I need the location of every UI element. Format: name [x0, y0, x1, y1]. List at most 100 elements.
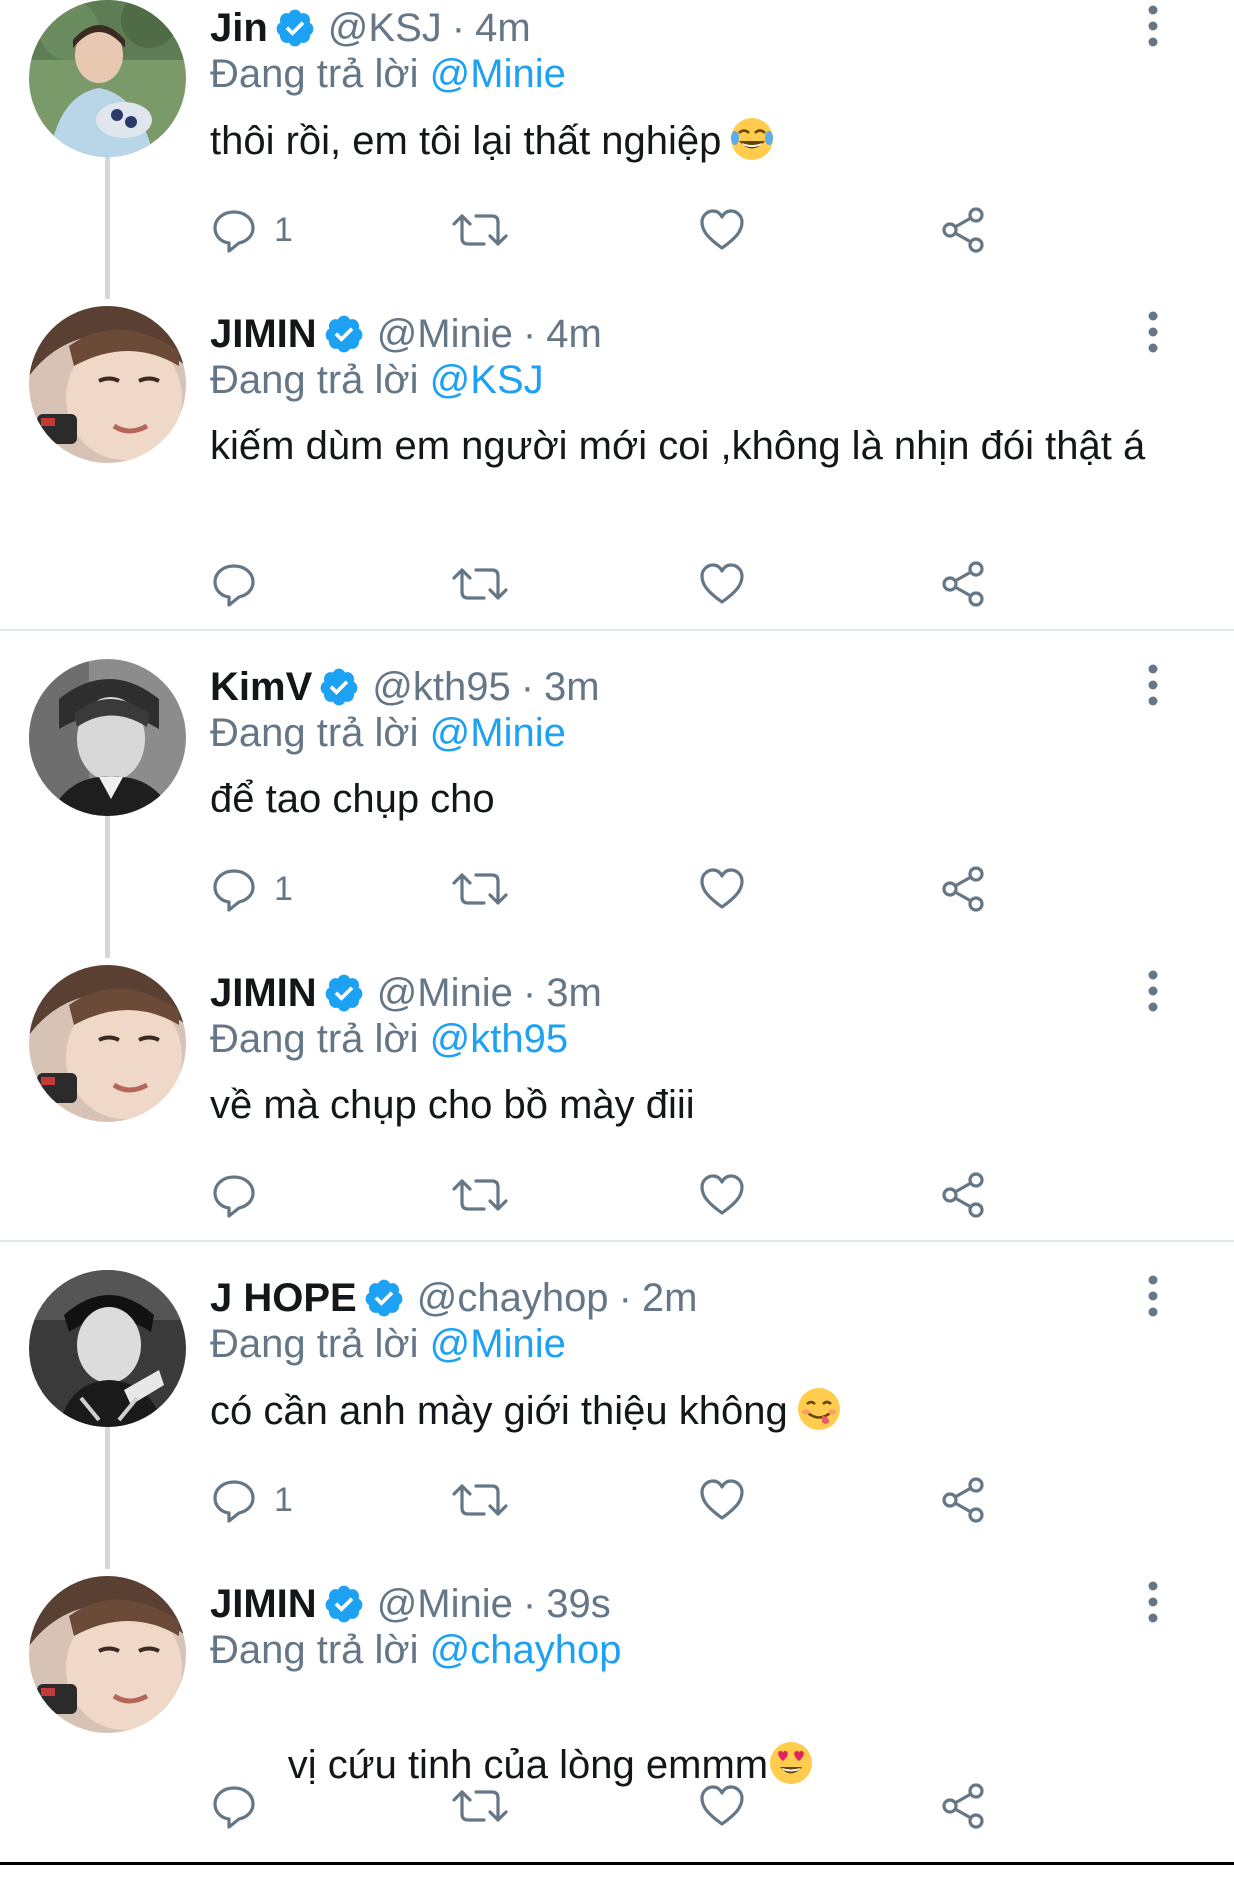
display-name[interactable]: KimV	[210, 663, 312, 711]
tweet-actions	[210, 1167, 1110, 1223]
reply-button[interactable]: 1	[210, 861, 293, 917]
mention-link[interactable]: @KSJ	[430, 358, 544, 402]
tweet-header: KimV @kth95 · 3m	[210, 663, 600, 711]
bottom-edge	[0, 1862, 1234, 1865]
mention-link[interactable]: @Minie	[430, 1322, 566, 1366]
verified-badge-icon	[323, 313, 365, 355]
retweet-button[interactable]	[452, 1167, 508, 1223]
display-name[interactable]: JIMIN	[210, 310, 317, 358]
mention-link[interactable]: @Minie	[430, 52, 566, 96]
retweet-button[interactable]	[452, 861, 508, 917]
share-button[interactable]	[940, 1167, 988, 1223]
more-vertical-icon[interactable]	[1140, 1274, 1166, 1318]
separator-dot: ·	[522, 971, 537, 1015]
share-button[interactable]	[940, 861, 988, 917]
replying-to-label: Đang trả lời	[210, 711, 419, 755]
display-name[interactable]: JIMIN	[210, 969, 317, 1017]
timestamp[interactable]: 3m	[546, 969, 602, 1017]
share-button[interactable]	[940, 556, 988, 612]
avatar-photo-kimv	[29, 659, 186, 816]
like-button[interactable]	[698, 861, 746, 917]
share-icon	[942, 1783, 984, 1829]
display-name[interactable]: JIMIN	[210, 1580, 317, 1628]
reply-button[interactable]	[210, 1778, 274, 1834]
like-button[interactable]	[698, 1778, 746, 1834]
share-icon	[942, 207, 984, 253]
reply-count: 1	[274, 869, 293, 908]
mention-link[interactable]: @Minie	[430, 711, 566, 755]
user-handle[interactable]: @Minie	[377, 310, 513, 358]
display-name[interactable]: J HOPE	[210, 1274, 357, 1322]
avatar[interactable]	[29, 1270, 186, 1427]
tweet-header: J HOPE @chayhop · 2m	[210, 1274, 697, 1322]
heart-icon	[700, 1785, 744, 1826]
retweet-button[interactable]	[452, 556, 508, 612]
retweet-button[interactable]	[452, 1778, 508, 1834]
retweet-icon	[452, 873, 508, 905]
reply-button[interactable]	[210, 1167, 274, 1223]
replying-to: Đang trả lời @Minie	[210, 709, 566, 757]
timestamp[interactable]: 2m	[642, 1274, 698, 1322]
tweet-text: kiếm dùm em người mới coi ,không là nhịn…	[210, 422, 1170, 470]
reply-button[interactable]: 1	[210, 202, 293, 258]
tweet-text: thôi rồi, em tôi lại thất nghiệp	[210, 116, 1170, 165]
replying-to: Đang trả lời @KSJ	[210, 356, 544, 404]
share-icon	[942, 1477, 984, 1523]
reply-button[interactable]	[210, 556, 274, 612]
thread-connector	[105, 1427, 110, 1569]
user-handle[interactable]: @chayhop	[417, 1274, 609, 1322]
mention-link[interactable]: @kth95	[430, 1017, 568, 1061]
avatar[interactable]	[29, 1576, 186, 1733]
verified-badge-icon	[318, 666, 360, 708]
retweet-button[interactable]	[452, 1472, 508, 1528]
replying-to: Đang trả lời @Minie	[210, 1320, 566, 1368]
thread-connector	[105, 816, 110, 958]
more-vertical-icon[interactable]	[1140, 1580, 1166, 1624]
like-button[interactable]	[698, 202, 746, 258]
avatar-photo-jin	[29, 0, 186, 157]
timestamp[interactable]: 4m	[475, 4, 531, 52]
tears-of-joy-emoji	[729, 116, 775, 162]
tweet-header: JIMIN @Minie · 3m	[210, 969, 602, 1017]
like-button[interactable]	[698, 1167, 746, 1223]
reply-icon	[213, 1480, 255, 1523]
user-handle[interactable]: @Minie	[377, 969, 513, 1017]
tweet-text-body: về mà chụp cho bồ mày điii	[210, 1083, 695, 1127]
retweet-button[interactable]	[452, 202, 508, 258]
avatar-photo-jimin	[29, 306, 186, 463]
tweet-text-body: kiếm dùm em người mới coi ,không là nhịn…	[210, 424, 1146, 468]
avatar[interactable]	[29, 0, 186, 157]
reply-icon	[213, 1175, 255, 1218]
timestamp[interactable]: 39s	[546, 1580, 611, 1628]
share-button[interactable]	[940, 202, 988, 258]
like-button[interactable]	[698, 556, 746, 612]
timestamp[interactable]: 4m	[546, 310, 602, 358]
tweet-actions	[210, 1778, 1110, 1834]
share-button[interactable]	[940, 1778, 988, 1834]
user-handle[interactable]: @Minie	[377, 1580, 513, 1628]
timestamp[interactable]: 3m	[544, 663, 600, 711]
avatar[interactable]	[29, 659, 186, 816]
avatar[interactable]	[29, 965, 186, 1122]
separator-dot: ·	[522, 312, 537, 356]
separator-dot: ·	[522, 1582, 537, 1626]
avatar-photo-jhope	[29, 1270, 186, 1427]
avatar[interactable]	[29, 306, 186, 463]
face-savoring-food-emoji	[796, 1386, 842, 1432]
user-handle[interactable]: @KSJ	[328, 4, 442, 52]
reply-icon	[213, 1786, 255, 1829]
user-handle[interactable]: @kth95	[372, 663, 510, 711]
more-vertical-icon[interactable]	[1140, 310, 1166, 354]
like-button[interactable]	[698, 1472, 746, 1528]
share-button[interactable]	[940, 1472, 988, 1528]
conversation-divider	[0, 1240, 1234, 1242]
display-name[interactable]: Jin	[210, 4, 268, 52]
more-vertical-icon[interactable]	[1140, 663, 1166, 707]
reply-icon	[213, 869, 255, 912]
retweet-icon	[452, 1790, 508, 1822]
more-vertical-icon[interactable]	[1140, 969, 1166, 1013]
mention-link[interactable]: @chayhop	[430, 1628, 622, 1672]
more-vertical-icon[interactable]	[1140, 4, 1166, 48]
heart-icon	[700, 1174, 744, 1215]
reply-button[interactable]: 1	[210, 1472, 293, 1528]
